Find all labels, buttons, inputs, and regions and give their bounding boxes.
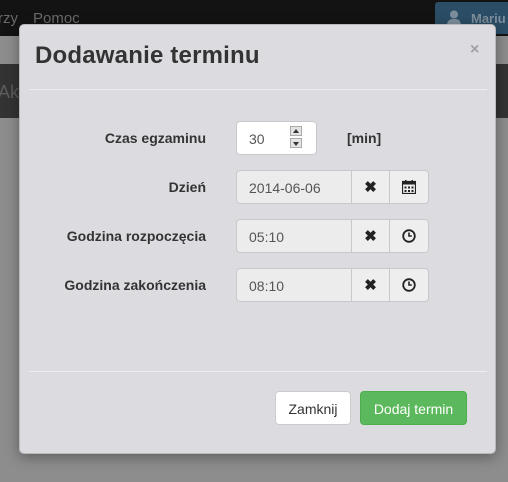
stepper-down-icon[interactable] — [290, 138, 302, 148]
stepper-up-icon[interactable] — [290, 126, 302, 136]
end-time-picker-button[interactable] — [390, 268, 429, 302]
duration-label: Czas egzaminu — [104, 130, 206, 146]
modal-close-icon[interactable]: × — [470, 41, 479, 59]
times-icon: ✖ — [364, 276, 377, 294]
page-header-text: Ak — [0, 82, 20, 102]
times-icon: ✖ — [364, 227, 377, 245]
add-term-modal: Dodawanie terminu × Czas egzaminu 30 [mi… — [19, 24, 496, 454]
close-button[interactable]: Zamknij — [275, 391, 351, 425]
day-input[interactable]: 2014-06-06 — [236, 170, 351, 204]
day-calendar-button[interactable] — [390, 170, 429, 204]
start-time-clear-button[interactable]: ✖ — [351, 219, 390, 253]
day-value: 2014-06-06 — [249, 180, 321, 196]
times-icon: ✖ — [364, 178, 377, 196]
duration-stepper[interactable] — [290, 126, 302, 148]
clock-icon — [402, 278, 416, 292]
start-time-input[interactable]: 05:10 — [236, 219, 351, 253]
duration-row: Czas egzaminu 30 [min] — [20, 121, 497, 155]
end-time-label: Godzina zakończenia — [64, 277, 206, 293]
end-time-clear-button[interactable]: ✖ — [351, 268, 390, 302]
add-term-button[interactable]: Dodaj termin — [360, 391, 467, 425]
duration-unit: [min] — [347, 130, 382, 146]
modal-title: Dodawanie terminu — [35, 42, 260, 69]
day-clear-button[interactable]: ✖ — [351, 170, 390, 204]
start-time-picker-button[interactable] — [390, 219, 429, 253]
day-label: Dzień — [168, 179, 206, 195]
header-divider — [29, 89, 487, 90]
footer-divider — [29, 371, 487, 372]
clock-icon — [402, 229, 416, 243]
start-time-label: Godzina rozpoczęcia — [66, 228, 206, 244]
end-time-row: Godzina zakończenia 08:10 ✖ — [20, 268, 497, 302]
duration-input[interactable]: 30 — [236, 121, 317, 155]
end-time-value: 08:10 — [249, 278, 285, 294]
duration-value: 30 — [249, 131, 265, 147]
end-time-input[interactable]: 08:10 — [236, 268, 351, 302]
start-time-value: 05:10 — [249, 229, 285, 245]
calendar-icon — [402, 180, 416, 194]
day-row: Dzień 2014-06-06 ✖ — [20, 170, 497, 204]
nav-item-partial[interactable]: rzy — [0, 10, 18, 27]
start-time-row: Godzina rozpoczęcia 05:10 ✖ — [20, 219, 497, 253]
